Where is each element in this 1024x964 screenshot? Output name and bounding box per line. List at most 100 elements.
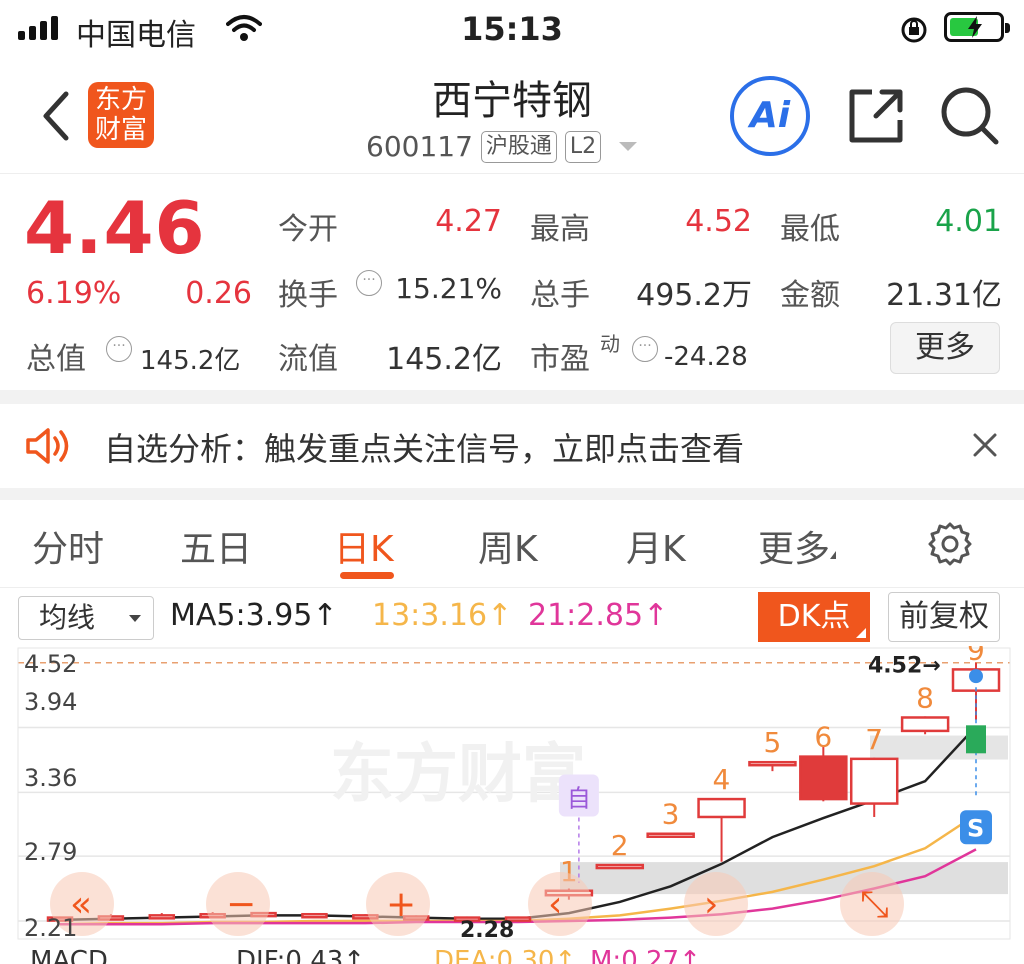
- stock-sub-info[interactable]: 600117 沪股通 L2: [366, 130, 638, 163]
- turnover-label: 换手: [278, 278, 338, 313]
- chart-tabs: 分时 五日 日K 周K 月K 更多: [0, 500, 1024, 588]
- alert-text: 自选分析：触发重点关注信号，立即点击查看: [104, 430, 745, 468]
- ma21-legend: 21:2.85↑: [528, 598, 669, 633]
- search-icon[interactable]: [938, 84, 1002, 152]
- share-icon[interactable]: [846, 86, 906, 150]
- high-value: 4.52: [685, 204, 752, 239]
- prev-icon: ‹: [548, 884, 562, 925]
- info-icon[interactable]: ···: [632, 336, 658, 362]
- y-tick: 2.79: [24, 838, 78, 866]
- amount-value: 21.31亿: [886, 278, 1002, 313]
- info-icon[interactable]: ···: [356, 270, 382, 296]
- candle-body: [849, 757, 899, 805]
- quote-panel: 4.46 6.19% 0.26 总值 ··· 145.2亿 今开 4.27 最高…: [0, 176, 1024, 394]
- ma13-legend: 13:3.16↑: [372, 598, 513, 633]
- count-badge: [966, 725, 986, 754]
- chart-toolbar: 均线 MA5:3.95↑ 13:3.16↑ 21:2.85↑ DK点 前复权: [0, 592, 1024, 644]
- fullscreen-icon: ⤡: [860, 884, 889, 925]
- caret-icon: [830, 551, 837, 559]
- open-label: 今开: [278, 212, 338, 247]
- y-tick: 2.21: [24, 914, 78, 942]
- turnover-value: 15.21%: [395, 272, 502, 305]
- tab-more-label: 更多: [758, 529, 831, 570]
- candle-body: [148, 914, 176, 920]
- macd-legend-row: MACD DIF:0.43↑ DEA:0.30↑ M:0.27↑: [0, 946, 1024, 964]
- volume-value: 495.2万: [636, 278, 752, 313]
- y-tick: 4.52: [24, 650, 78, 678]
- candle-count-label: 2: [611, 829, 629, 862]
- status-bar: 中国电信 15:13: [0, 0, 1024, 56]
- candle-count-label: 7: [865, 723, 883, 756]
- high-label: 最高: [530, 212, 590, 247]
- more-button[interactable]: 更多: [890, 322, 1000, 374]
- float-cap-value: 145.2亿: [386, 342, 502, 377]
- chevron-down-icon[interactable]: [619, 142, 638, 151]
- low-marker: 2.28: [460, 918, 514, 943]
- candle-body: [900, 716, 950, 733]
- active-tab-indicator: [340, 572, 394, 579]
- change-amount: 0.26: [185, 276, 252, 311]
- resistance-band: [870, 735, 1008, 760]
- tab-more[interactable]: 更多: [758, 520, 837, 572]
- candle-count-label: 8: [916, 681, 934, 714]
- signal-label: 自: [567, 784, 591, 812]
- current-price: 4.46: [24, 186, 206, 270]
- divider: [0, 488, 1024, 500]
- ai-button[interactable]: Ai: [730, 76, 810, 156]
- kline-svg: 东方财富12345 6 789自S4.52→2.28« − + ‹ › ⤡: [17, 646, 1011, 943]
- candle-body: [301, 912, 328, 919]
- rotation-lock-icon: [898, 14, 930, 50]
- pe-label: 市盈: [530, 342, 590, 377]
- dk-button[interactable]: DK点: [758, 592, 870, 642]
- chevron-down-icon: [129, 615, 141, 622]
- zoom-out-icon: −: [226, 884, 256, 925]
- tag-connect: 沪股通: [480, 130, 557, 163]
- macd-label[interactable]: MACD: [30, 946, 108, 964]
- float-cap-label: 流值: [278, 342, 338, 377]
- candle-body: [646, 832, 695, 838]
- candle-body: [799, 755, 848, 801]
- tag-level: L2: [564, 130, 602, 163]
- macd-dif: DIF:0.43↑: [236, 946, 366, 964]
- speaker-icon: [24, 426, 76, 470]
- amount-label: 金额: [780, 278, 840, 313]
- tab-five-day[interactable]: 五日: [180, 520, 252, 572]
- corner-triangle-icon: [856, 628, 866, 638]
- tab-daily-k[interactable]: 日K: [334, 520, 394, 572]
- close-icon[interactable]: [972, 432, 998, 462]
- market-cap-value: 145.2亿: [140, 346, 241, 376]
- signal-dot: [969, 669, 983, 684]
- macd-m: M:0.27↑: [590, 946, 701, 964]
- alert-banner[interactable]: 自选分析：触发重点关注信号，立即点击查看: [0, 404, 1024, 488]
- tab-monthly-k[interactable]: 月K: [626, 520, 686, 572]
- gear-icon[interactable]: [926, 520, 974, 572]
- y-tick: 3.36: [24, 764, 78, 792]
- low-label: 最低: [780, 212, 840, 247]
- candle-body: [748, 760, 797, 767]
- stock-code: 600117: [366, 130, 473, 163]
- pe-value: -24.28: [664, 342, 748, 372]
- tab-weekly-k[interactable]: 周K: [478, 520, 538, 572]
- watermark: 东方财富: [330, 738, 586, 812]
- divider: [0, 390, 1024, 404]
- ma5-legend: MA5:3.95↑: [170, 598, 338, 633]
- change-percent: 6.19%: [26, 276, 122, 311]
- macd-dea: DEA:0.30↑: [434, 946, 577, 964]
- zoom-in-icon: +: [386, 884, 416, 925]
- kline-chart[interactable]: 东方财富 1 2 3 4 5 6 7 8 9 自 S 4.52→ 2.28 «− + ‹ › ⤡ 4.52 3.94…: [0, 646, 1024, 946]
- next-icon: ›: [704, 884, 718, 925]
- open-value: 4.27: [435, 204, 502, 239]
- candle-count-label: 4: [713, 763, 731, 796]
- candle-count-label: 6: [814, 721, 832, 754]
- adjust-button[interactable]: 前复权: [888, 592, 1000, 642]
- high-marker: 4.52→: [868, 654, 941, 679]
- tab-intraday[interactable]: 分时: [32, 520, 104, 572]
- battery-icon: [944, 12, 1010, 42]
- candle-count-label: 5: [763, 726, 781, 759]
- sell-label: S: [967, 814, 984, 842]
- info-icon[interactable]: ···: [106, 336, 132, 362]
- ma-select[interactable]: 均线: [18, 596, 154, 640]
- low-value: 4.01: [935, 204, 1002, 239]
- candle-body: [697, 797, 746, 819]
- y-tick: 3.94: [24, 688, 78, 716]
